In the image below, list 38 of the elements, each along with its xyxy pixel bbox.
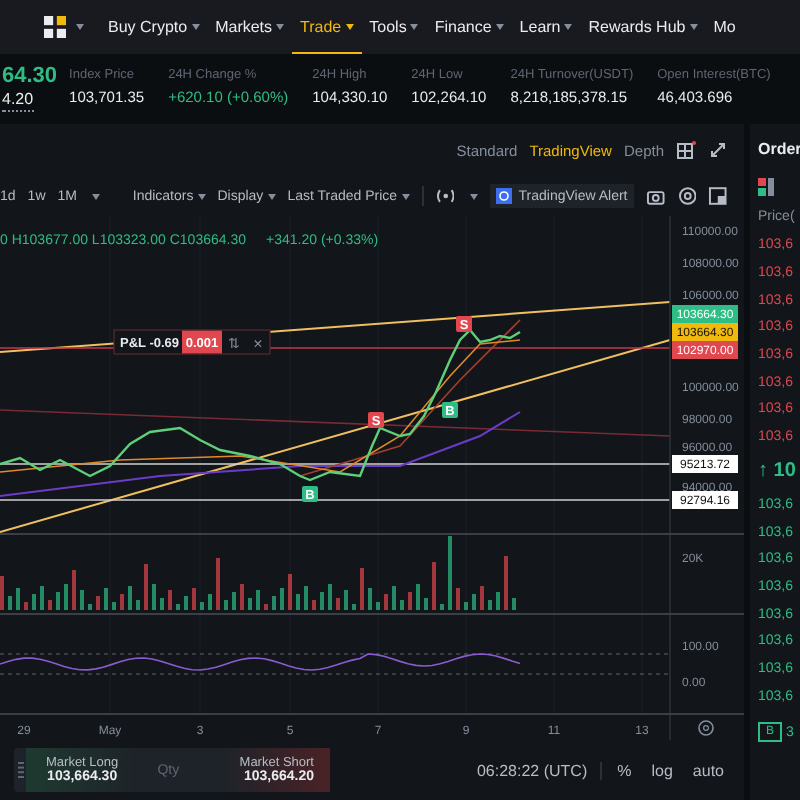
nav-item[interactable]: Buy Crypto <box>100 0 208 54</box>
signal-icon[interactable] <box>435 186 455 206</box>
caret-icon <box>191 23 200 29</box>
settings-icon[interactable] <box>677 186 697 206</box>
window-icon[interactable] <box>708 186 729 206</box>
caret-icon <box>276 23 285 29</box>
scale-option[interactable]: % <box>613 761 636 779</box>
caret-icon <box>76 24 84 30</box>
caret-icon <box>92 193 101 199</box>
logo-icon[interactable] <box>44 16 66 38</box>
mark-price: 4.20 <box>2 90 34 112</box>
alert-icon <box>496 188 513 204</box>
caret-icon <box>410 23 419 29</box>
caret-icon <box>564 23 573 29</box>
close-button[interactable]: × <box>253 335 263 353</box>
nav-item[interactable]: Tools <box>361 0 427 54</box>
caret-icon <box>689 23 698 29</box>
grid-icon[interactable] <box>676 140 696 160</box>
expand-icon[interactable] <box>708 140 728 160</box>
drag-handle-icon[interactable] <box>17 762 23 778</box>
clock-time: 06:28:22 (UTC) <box>476 761 602 779</box>
scale-option[interactable]: log <box>647 761 677 779</box>
nav-item[interactable]: Mo <box>705 0 744 54</box>
camera-icon[interactable] <box>645 186 666 206</box>
nav-item[interactable]: Markets <box>207 0 293 54</box>
trend-line[interactable] <box>0 409 671 437</box>
nav-item[interactable]: Rewards Hub <box>580 0 706 54</box>
caret-icon <box>345 23 354 29</box>
last-price: ↑ 10 <box>758 458 798 486</box>
settings-icon[interactable] <box>698 720 714 736</box>
last-price: 64.30 <box>2 62 58 90</box>
nav-item[interactable]: Finance <box>426 0 512 54</box>
scale-option[interactable]: auto <box>688 761 728 779</box>
caret-icon <box>470 193 479 199</box>
nav-item[interactable]: Learn <box>511 0 581 54</box>
book-layout-icon[interactable] <box>758 177 774 195</box>
nav-item[interactable]: Trade <box>292 0 362 54</box>
caret-icon <box>495 23 504 29</box>
